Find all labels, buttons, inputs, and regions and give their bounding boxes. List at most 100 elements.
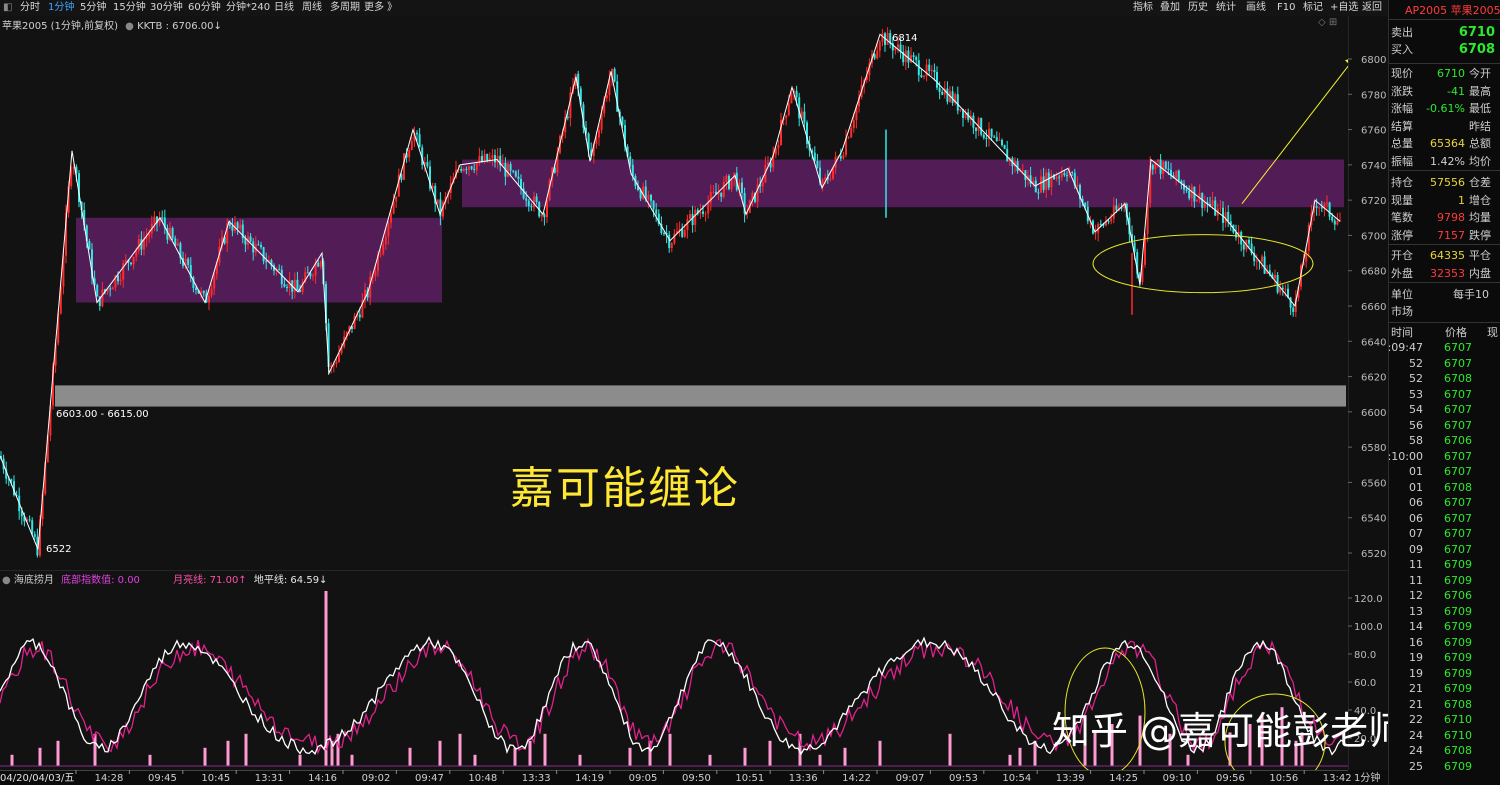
candle-body	[491, 155, 494, 159]
candle-body	[897, 44, 899, 48]
period-tab[interactable]: 分钟*240	[226, 1, 270, 15]
candle-body	[475, 162, 478, 170]
highlight-ellipse	[1092, 234, 1314, 294]
quote-row: 结算 昨结	[1389, 118, 1500, 135]
time-tick-label: 10:54	[1002, 773, 1031, 784]
candle-body	[543, 214, 546, 218]
tick-price: 6709	[1444, 682, 1472, 695]
tick-price: 6707	[1444, 387, 1472, 401]
candle-body	[1333, 220, 1336, 225]
chart-control-icons[interactable]: ◇ ⊞	[1318, 17, 1337, 28]
candle-body	[1151, 164, 1154, 170]
price-tick-label: 6700	[1361, 231, 1386, 242]
candle-body	[985, 138, 988, 140]
quote-value: 6710	[1458, 25, 1495, 40]
toolbar-button[interactable]: 统计	[1216, 1, 1236, 15]
indicator-header: ● 海底捞月 底部指数值: 0.00 月亮线: 71.00↑ 地平线: 64.5…	[2, 571, 327, 586]
candle-body	[231, 226, 234, 231]
tick-time: 52	[1409, 356, 1423, 370]
candle-body	[101, 289, 104, 307]
candle-body	[465, 168, 468, 170]
tick-time: 21	[1409, 697, 1423, 711]
candle-body	[790, 93, 793, 104]
ind-tick-label: 120.0	[1354, 594, 1383, 605]
quote-label: 外盘	[1391, 266, 1413, 280]
price-tick-label: 6540	[1361, 514, 1386, 525]
price-tick-label: 6680	[1361, 267, 1386, 278]
tick-row: 12 6706	[1389, 588, 1500, 604]
toolbar-button[interactable]: 标记	[1303, 1, 1323, 15]
tick-row: 25 6709	[1389, 759, 1500, 775]
candle-body	[460, 168, 463, 171]
quote-value: 65364	[1430, 137, 1465, 151]
price-tick-label: 6720	[1361, 196, 1386, 207]
tick-row: 06 6707	[1389, 495, 1500, 511]
candle-body	[907, 50, 910, 63]
candle-body	[689, 213, 691, 220]
quote-label: 买入	[1391, 43, 1413, 56]
candle-body	[426, 162, 429, 167]
candle-body	[655, 209, 658, 214]
candle-body	[920, 75, 923, 78]
bottom-index-bar	[148, 754, 152, 766]
candle-body	[1203, 202, 1206, 208]
candle-body	[923, 75, 925, 78]
candle-body	[956, 94, 959, 111]
toolbar-button[interactable]: 历史	[1188, 1, 1208, 15]
tick-price: 6706	[1444, 589, 1472, 602]
period-tab[interactable]: 30分钟	[150, 1, 183, 15]
candle-body	[1326, 202, 1328, 204]
toolbar-button[interactable]: +自选	[1330, 1, 1358, 15]
candle-body	[387, 222, 390, 237]
candle-body	[1003, 145, 1006, 149]
zone-upper-box	[462, 159, 1344, 208]
period-tab[interactable]: 周线	[302, 1, 322, 15]
period-tab[interactable]: 多周期	[330, 1, 360, 15]
period-tab[interactable]: 1分钟	[48, 1, 74, 15]
tick-price: 6706	[1444, 434, 1472, 447]
candle-body	[803, 111, 806, 123]
period-tab[interactable]: 更多 》	[364, 1, 397, 15]
quote-row: 笔数 9798 均量	[1389, 209, 1500, 226]
tick-time: 54	[1409, 403, 1423, 416]
period-tab[interactable]: 60分钟	[188, 1, 221, 15]
toolbar-button[interactable]: 叠加	[1160, 1, 1180, 15]
time-tick-label: 14:22	[842, 773, 871, 784]
tick-row: 06 6707	[1389, 511, 1500, 527]
toolbar-button[interactable]: 指标	[1133, 1, 1153, 15]
toolbar-button[interactable]: F10	[1277, 1, 1295, 15]
tick-time: 56	[1409, 418, 1423, 432]
period-tab[interactable]: 15分钟	[113, 1, 146, 15]
candle-body	[566, 117, 569, 119]
price-tick-label: 6780	[1361, 90, 1386, 101]
time-tick-label: 09:56	[1216, 773, 1245, 784]
candle-body	[317, 262, 320, 267]
chart-header: 苹果2005 (1分钟,前复权) ● KKTB : 6706.00↓	[2, 17, 222, 32]
tick-price: 6709	[1444, 604, 1472, 618]
toolbar-button[interactable]: 画线	[1246, 1, 1266, 15]
quote-value: 32353	[1430, 266, 1465, 280]
candle-body	[1255, 260, 1258, 262]
quote-value: 64335	[1430, 249, 1465, 262]
time-tick-label: 10:56	[1269, 773, 1298, 784]
panel-toggle-icon[interactable]: ◧	[3, 1, 12, 15]
candle-body	[527, 200, 530, 207]
tick-time: 06	[1409, 496, 1423, 509]
candle-body	[702, 211, 704, 214]
period-tab[interactable]: 分时	[20, 1, 40, 15]
indicator-dot-icon: ●	[2, 575, 11, 586]
period-tab[interactable]: 5分钟	[80, 1, 106, 15]
toolbar-button[interactable]: 返回	[1362, 1, 1382, 15]
candle-body	[1196, 200, 1198, 202]
candle-body	[1175, 170, 1178, 179]
candle-body	[1284, 288, 1287, 290]
quote-value: 7157	[1437, 228, 1465, 242]
low-price-label: 6522	[46, 544, 72, 555]
candle-body	[1099, 223, 1102, 225]
candle-body	[1292, 307, 1295, 313]
candle-body	[481, 156, 483, 162]
candle-body	[842, 154, 845, 159]
candle-body	[470, 166, 473, 169]
period-tab[interactable]: 日线	[274, 1, 294, 15]
time-tick-label: 13:36	[789, 773, 818, 784]
